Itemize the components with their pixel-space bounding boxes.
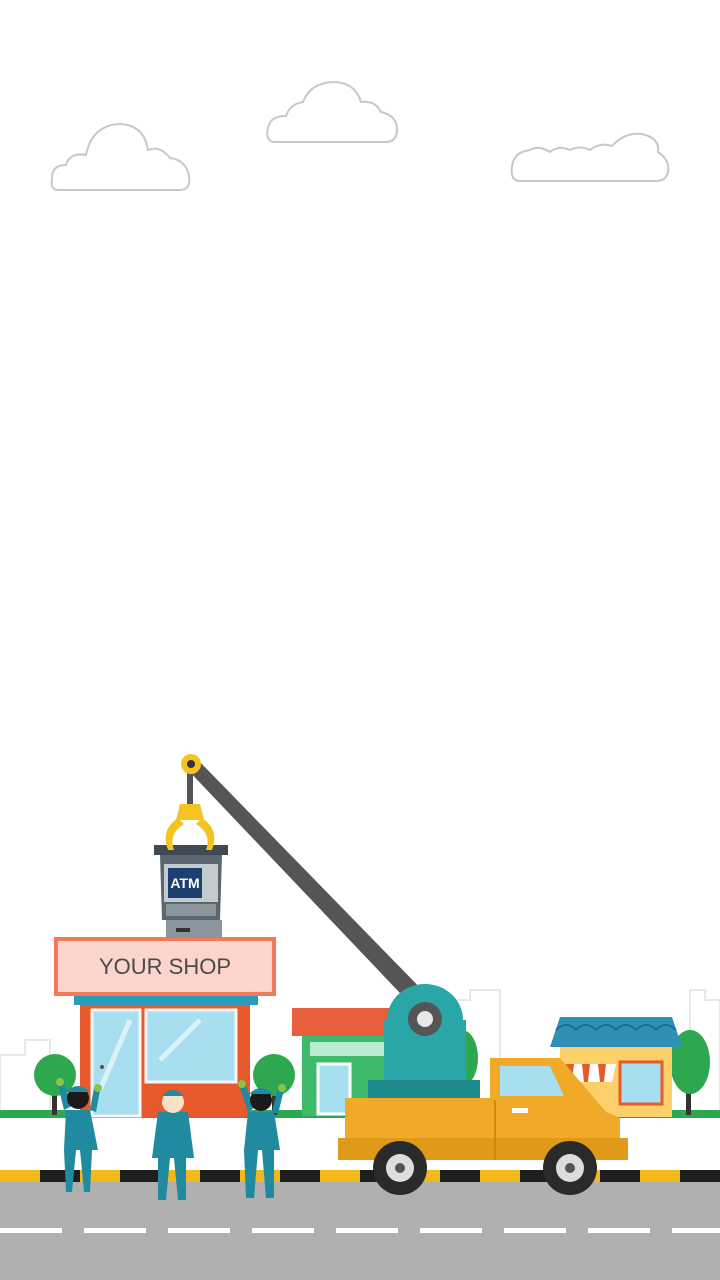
truck-wheel-icon: [543, 1141, 597, 1195]
cloud-icon: [266, 80, 399, 143]
truck-wheel-icon: [373, 1141, 427, 1195]
lane-markings: [0, 1228, 720, 1233]
atm-icon: ATM: [154, 845, 228, 938]
cloud-icon: [510, 132, 670, 182]
atm-label: ATM: [170, 875, 199, 891]
construction-scene: YOUR SHOP ATM: [0, 80, 720, 1280]
cloud-icon: [50, 122, 191, 191]
shop-sign: YOUR SHOP: [54, 937, 276, 996]
shop-sign-text: YOUR SHOP: [99, 954, 231, 979]
curb: [0, 1170, 720, 1182]
